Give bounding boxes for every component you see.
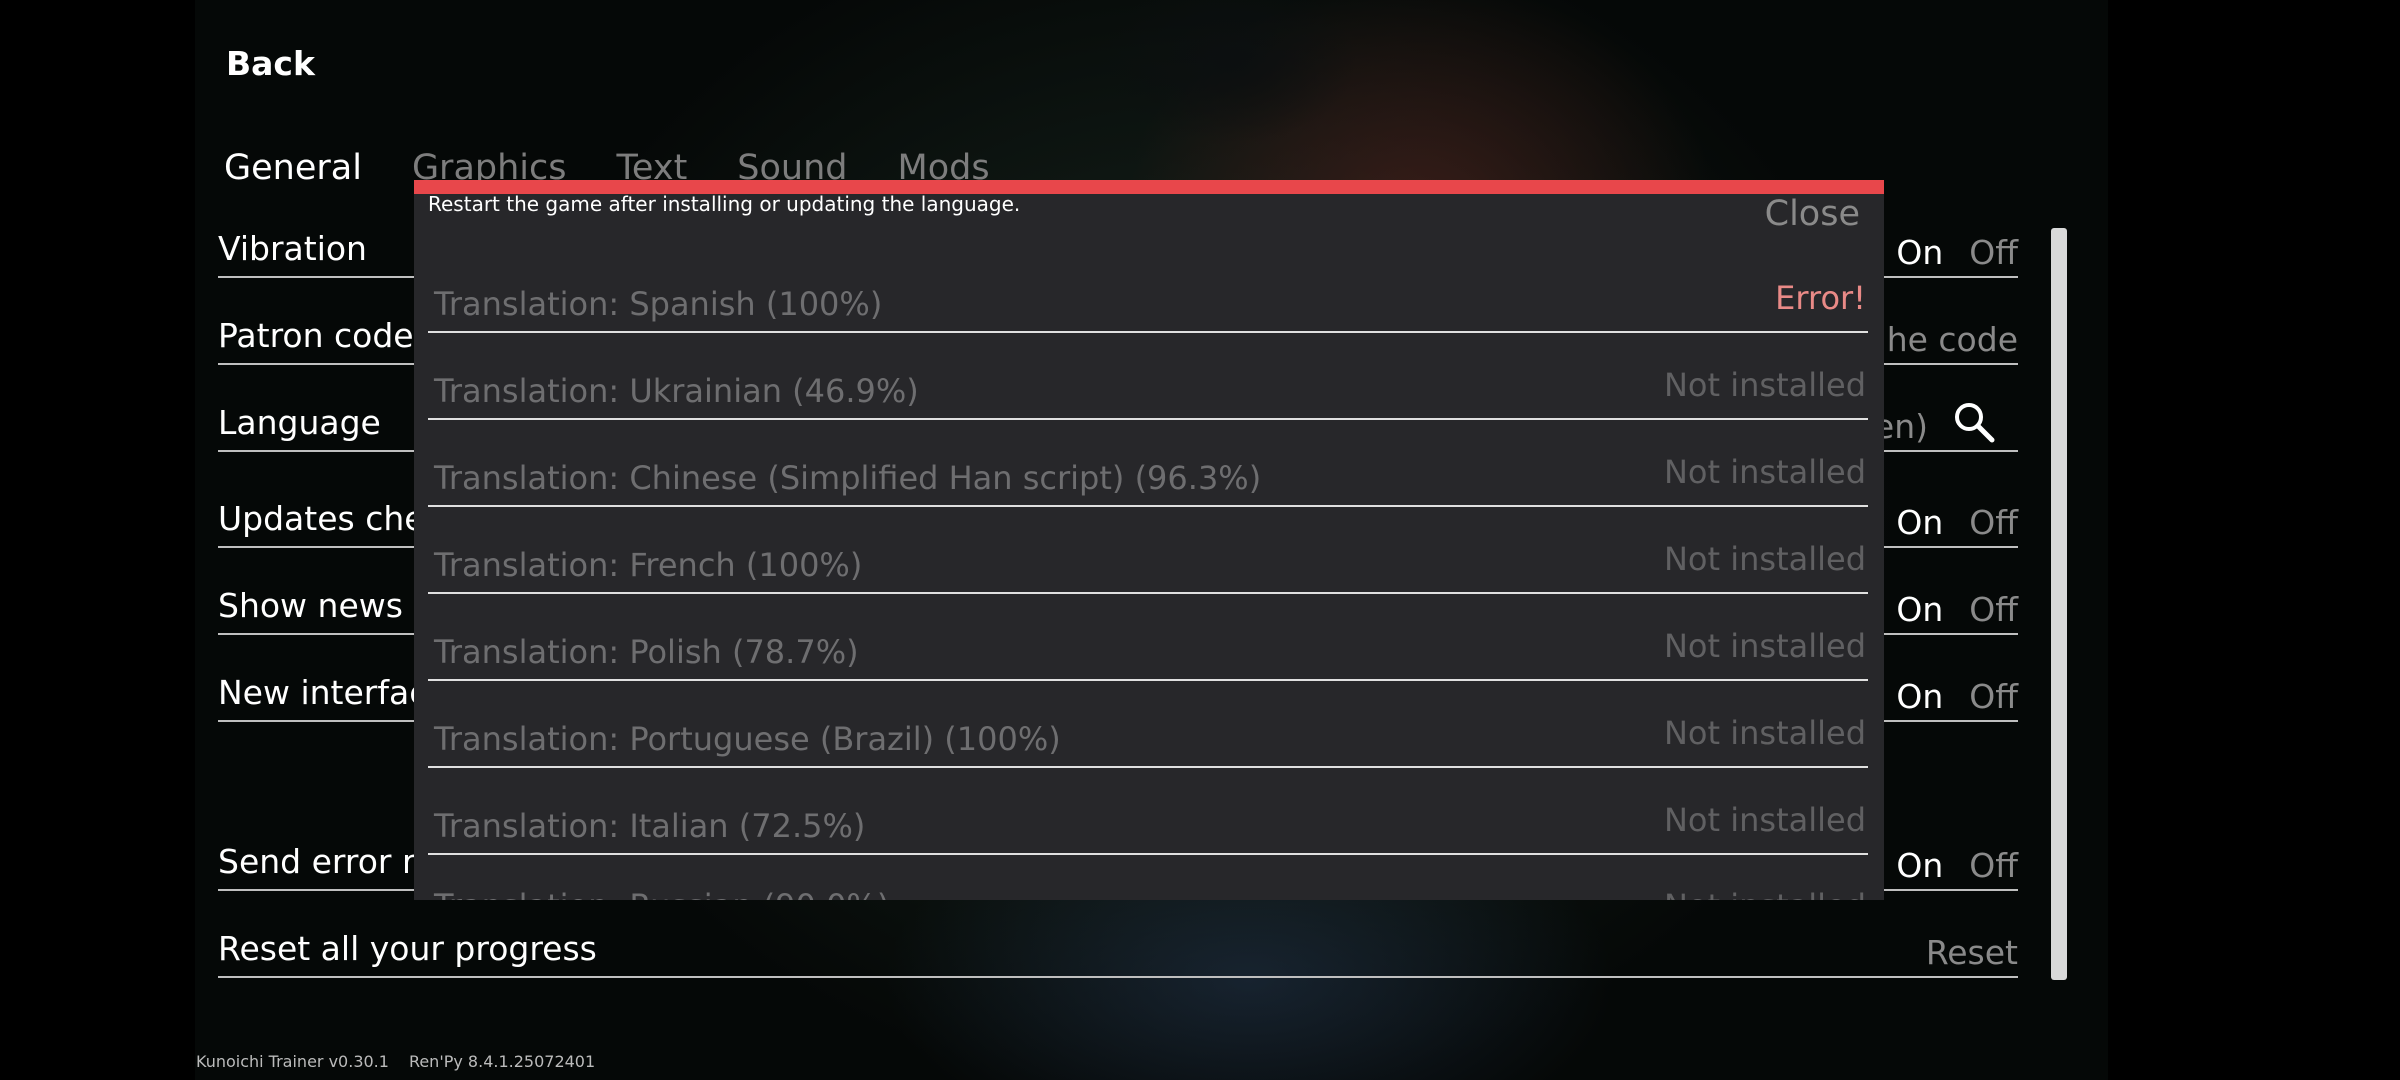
- language-name: Translation: Italian (72.5%): [434, 807, 866, 845]
- language-status: Not installed: [1663, 627, 1866, 665]
- language-item-ukrainian[interactable]: Translation: Ukrainian (46.9%) Not insta…: [428, 333, 1868, 420]
- language-name: Translation: Polish (78.7%): [434, 633, 859, 671]
- tab-general[interactable]: General: [224, 148, 362, 188]
- language-name: Translation: Spanish (100%): [434, 285, 883, 323]
- right-letterbox: [2108, 0, 2400, 1080]
- language-status: Not installed: [1663, 714, 1866, 752]
- back-button[interactable]: Back: [226, 44, 315, 83]
- updates-check-on-option[interactable]: On: [1896, 503, 1943, 542]
- patron-code-label: Patron code: [218, 316, 414, 355]
- language-modal: Restart the game after installing or upd…: [414, 180, 1884, 900]
- settings-scrollbar[interactable]: [2051, 228, 2067, 980]
- send-errors-label: Send error re: [218, 842, 436, 881]
- language-status: Not installed: [1663, 540, 1866, 578]
- restart-notice: Restart the game after installing or upd…: [428, 192, 1021, 216]
- new-interface-on-option[interactable]: On: [1896, 677, 1943, 716]
- language-item-spanish[interactable]: Translation: Spanish (100%) Error!: [428, 246, 1868, 333]
- language-item-polish[interactable]: Translation: Polish (78.7%) Not installe…: [428, 594, 1868, 681]
- new-interface-off-option[interactable]: Off: [1969, 677, 2018, 716]
- reset-button[interactable]: Reset: [1926, 933, 2018, 972]
- vibration-on-option[interactable]: On: [1896, 233, 1943, 272]
- language-label: Language: [218, 403, 381, 442]
- close-button[interactable]: Close: [1765, 194, 1860, 234]
- language-status: Error!: [1775, 279, 1866, 317]
- vibration-off-option[interactable]: Off: [1969, 233, 2018, 272]
- language-name: Translation: Ukrainian (46.9%): [434, 372, 919, 410]
- language-name: Translation: Chinese (Simplified Han scr…: [434, 459, 1262, 497]
- language-item-portuguese[interactable]: Translation: Portuguese (Brazil) (100%) …: [428, 681, 1868, 768]
- language-list: Translation: Spanish (100%) Error! Trans…: [428, 246, 1868, 900]
- show-news-off-option[interactable]: Off: [1969, 590, 2018, 629]
- language-status: Not installed: [1663, 453, 1866, 491]
- language-item-russian[interactable]: Translation: Russian (90.0%) Not install…: [428, 855, 1868, 900]
- left-letterbox: [0, 0, 195, 1080]
- setting-row-reset: Reset all your progress Reset: [218, 918, 2018, 978]
- language-status: Not installed: [1664, 887, 1866, 900]
- new-interface-label: New interfac: [218, 673, 428, 712]
- show-news-label: Show news in: [218, 586, 444, 625]
- reset-label: Reset all your progress: [218, 929, 597, 968]
- game-version: Kunoichi Trainer v0.30.1: [196, 1052, 389, 1071]
- language-name: Translation: French (100%): [434, 546, 863, 584]
- updates-check-label: Updates chec: [218, 499, 443, 538]
- send-errors-off-option[interactable]: Off: [1969, 846, 2018, 885]
- language-name: Translation: Portuguese (Brazil) (100%): [434, 720, 1061, 758]
- language-item-italian[interactable]: Translation: Italian (72.5%) Not install…: [428, 768, 1868, 855]
- updates-check-off-option[interactable]: Off: [1969, 503, 2018, 542]
- language-status: Not installed: [1663, 801, 1866, 839]
- language-item-chinese[interactable]: Translation: Chinese (Simplified Han scr…: [428, 420, 1868, 507]
- language-status: Not installed: [1663, 366, 1866, 404]
- character-artwork: [1060, 0, 1400, 200]
- show-news-on-option[interactable]: On: [1896, 590, 1943, 629]
- language-name: Translation: Russian (90.0%): [434, 887, 889, 900]
- engine-version: Ren'Py 8.4.1.25072401: [408, 1052, 596, 1071]
- vibration-label: Vibration: [218, 229, 367, 268]
- version-footer: Kunoichi Trainer v0.30.1 Ren'Py 8.4.1.25…: [196, 1052, 595, 1071]
- patron-code-field[interactable]: he code: [1887, 320, 2018, 359]
- search-icon[interactable]: [1952, 400, 1996, 444]
- send-errors-on-option[interactable]: On: [1896, 846, 1943, 885]
- language-item-french[interactable]: Translation: French (100%) Not installed: [428, 507, 1868, 594]
